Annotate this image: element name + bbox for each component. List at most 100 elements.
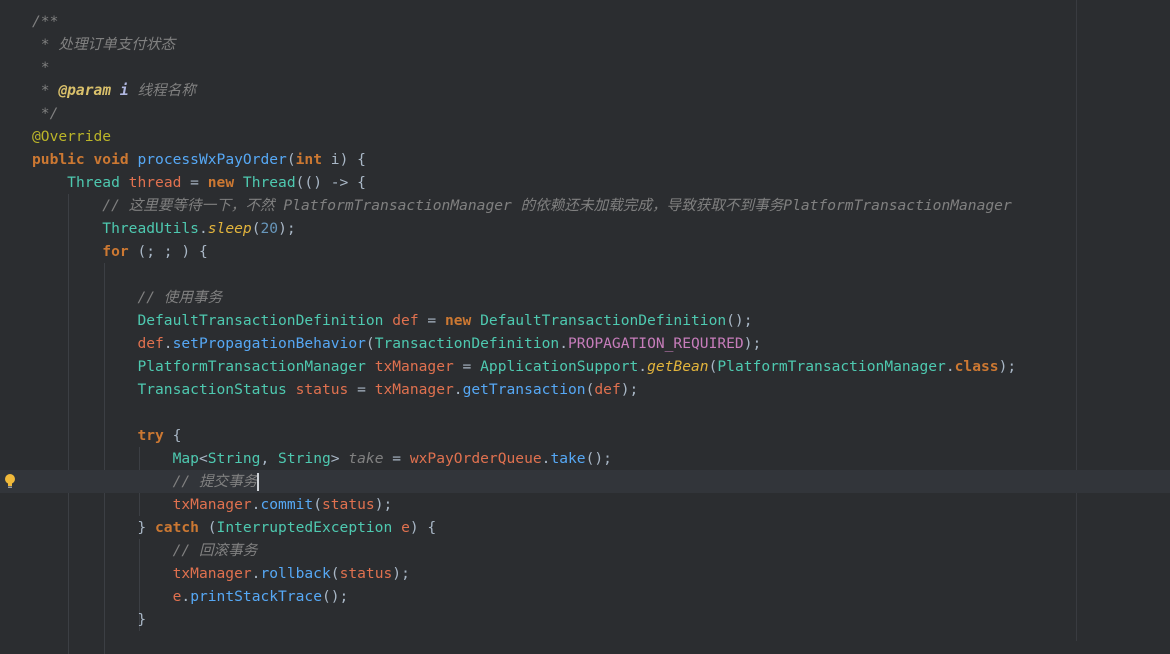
code-token: (); xyxy=(585,450,612,467)
code-text: // 回滚事务 xyxy=(32,539,258,562)
code-text: try { xyxy=(32,424,181,447)
code-text: * @param i 线程名称 xyxy=(32,79,196,102)
code-line[interactable]: DefaultTransactionDefinition def = new D… xyxy=(0,309,1170,332)
code-token: = xyxy=(348,381,375,398)
code-text: @Override xyxy=(32,125,111,148)
code-text: txManager.rollback(status); xyxy=(32,562,410,585)
code-token: ) { xyxy=(409,519,437,536)
code-line[interactable]: def.setPropagationBehavior(TransactionDe… xyxy=(0,332,1170,355)
code-token: // 这里要等待一下，不然 PlatformTransactionManager… xyxy=(102,197,1012,214)
code-token: setPropagationBehavior xyxy=(172,335,366,352)
code-line[interactable]: TransactionStatus status = txManager.get… xyxy=(0,378,1170,401)
code-token: processWxPayOrder xyxy=(137,151,287,168)
code-line[interactable]: txManager.commit(status); xyxy=(0,493,1170,516)
code-line[interactable]: * xyxy=(0,56,1170,79)
code-editor[interactable]: /** * 处理订单支付状态 * * @param i 线程名称 */ @Over… xyxy=(0,0,1170,654)
code-text: */ xyxy=(32,102,59,125)
code-token: ); xyxy=(392,565,410,582)
code-line[interactable]: ThreadUtils.sleep(20); xyxy=(0,217,1170,240)
code-line[interactable]: @Override xyxy=(0,125,1170,148)
code-line[interactable]: /** xyxy=(0,10,1170,33)
code-token: ); xyxy=(374,496,393,513)
code-line[interactable]: Thread thread = new Thread(() -> { xyxy=(0,171,1170,194)
code-token: ThreadUtils xyxy=(102,220,199,237)
code-token: * xyxy=(32,82,59,99)
code-text: e.printStackTrace(); xyxy=(32,585,349,608)
code-token: . xyxy=(453,381,463,398)
code-token: txManager xyxy=(374,358,454,375)
code-line[interactable]: try { xyxy=(0,424,1170,447)
code-text: ThreadUtils.sleep(20); xyxy=(32,217,295,240)
code-token: // 回滚事务 xyxy=(172,542,258,559)
code-token: } xyxy=(32,611,147,628)
code-token: status xyxy=(321,496,375,513)
code-line[interactable]: */ xyxy=(0,102,1170,125)
code-text: * xyxy=(32,56,50,79)
code-line[interactable]: } catch (InterruptedException e) { xyxy=(0,516,1170,539)
code-token: ( xyxy=(330,565,340,582)
code-line[interactable]: // 回滚事务 xyxy=(0,539,1170,562)
code-line[interactable]: public void processWxPayOrder(int i) { xyxy=(0,148,1170,171)
code-token: . xyxy=(181,588,191,605)
code-text: TransactionStatus status = txManager.get… xyxy=(32,378,638,401)
code-line[interactable]: } xyxy=(0,608,1170,631)
code-token: printStackTrace xyxy=(190,588,322,605)
code-line[interactable]: e.printStackTrace(); xyxy=(0,585,1170,608)
code-token: commit xyxy=(260,496,314,513)
code-line[interactable] xyxy=(0,401,1170,424)
code-token: DefaultTransactionDefinition xyxy=(480,312,727,329)
code-token: ( xyxy=(198,519,217,536)
code-line[interactable]: // 这里要等待一下，不然 PlatformTransactionManager… xyxy=(0,194,1170,217)
code-token: def xyxy=(594,381,621,398)
code-token: = xyxy=(181,174,208,191)
code-token: txManager xyxy=(172,496,252,513)
code-line[interactable]: * 处理订单支付状态 xyxy=(0,33,1170,56)
code-text: txManager.commit(status); xyxy=(32,493,393,516)
code-line[interactable]: // 使用事务 xyxy=(0,286,1170,309)
code-token: PlatformTransactionManager xyxy=(717,358,946,375)
code-token: TransactionDefinition xyxy=(374,335,560,352)
code-token: * xyxy=(32,59,50,76)
code-token: . xyxy=(559,335,568,352)
code-line[interactable]: txManager.rollback(status); xyxy=(0,562,1170,585)
code-token: @param xyxy=(58,82,112,99)
code-line[interactable] xyxy=(0,263,1170,286)
code-token: { xyxy=(163,427,182,444)
code-token: i) { xyxy=(322,151,366,168)
code-token: def xyxy=(392,312,419,329)
code-line[interactable]: for (; ; ) { xyxy=(0,240,1170,263)
code-token: def xyxy=(137,335,164,352)
code-text: } xyxy=(32,608,146,631)
lightbulb-icon[interactable] xyxy=(4,473,16,489)
code-token: = xyxy=(383,450,410,467)
code-line[interactable]: PlatformTransactionManager txManager = A… xyxy=(0,355,1170,378)
code-token: new xyxy=(207,174,235,191)
code-token: (; ; ) { xyxy=(128,243,208,260)
code-line[interactable]: * @param i 线程名称 xyxy=(0,79,1170,102)
code-token: . xyxy=(638,358,648,375)
code-line[interactable]: Map<String, String> take = wxPayOrderQue… xyxy=(0,447,1170,470)
code-token: Thread xyxy=(242,174,296,191)
code-token: void xyxy=(93,151,129,168)
code-token: TransactionStatus xyxy=(137,381,287,398)
code-token: // 提交事务 xyxy=(172,473,258,490)
code-token: ); xyxy=(620,381,639,398)
code-token: ); xyxy=(998,358,1017,375)
text-caret xyxy=(257,473,260,491)
code-token: @Override xyxy=(32,128,112,145)
code-line[interactable]: // 提交事务 xyxy=(0,470,1170,493)
